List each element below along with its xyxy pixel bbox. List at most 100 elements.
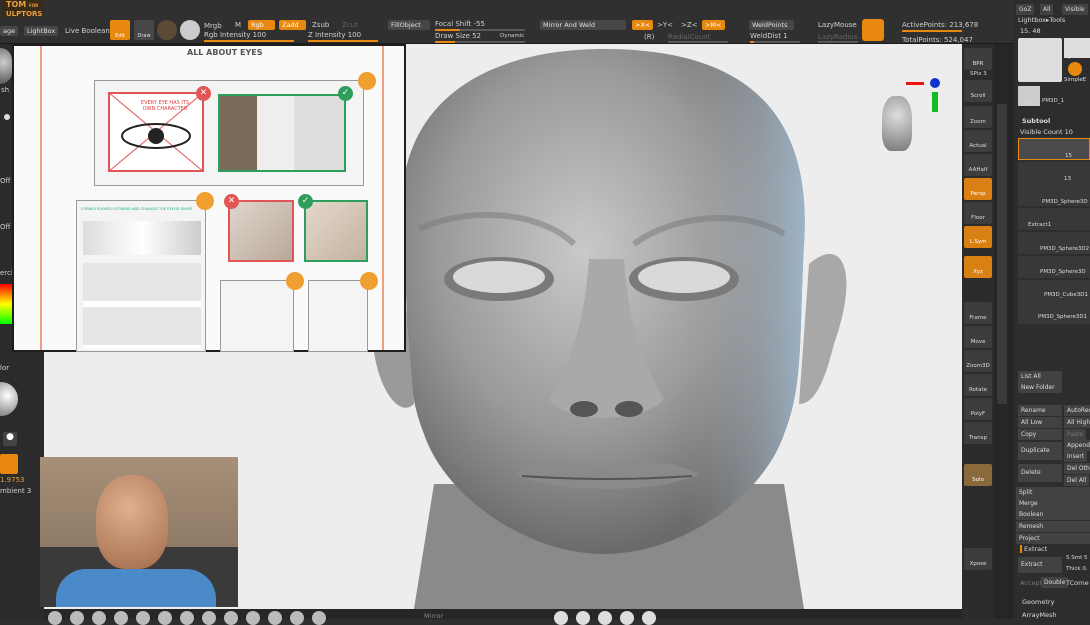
lazy-mouse-button[interactable]: LazyMouse	[818, 21, 857, 29]
brush-icon[interactable]	[598, 611, 612, 625]
light-bulb-icon[interactable]: ●	[3, 432, 17, 446]
mrgb-button[interactable]: Mrgb	[204, 22, 222, 30]
visible-count-slider[interactable]: Visible Count 10	[1020, 128, 1073, 136]
list-all-button[interactable]: List All	[1018, 371, 1062, 382]
duplicate-button[interactable]: Duplicate	[1018, 442, 1062, 460]
brush-icon[interactable]	[180, 611, 194, 625]
delete-button[interactable]: Delete	[1018, 464, 1062, 482]
color-picker-swatch[interactable]	[0, 284, 12, 324]
stroke-dots-icon[interactable]	[4, 114, 10, 120]
merge-button[interactable]: Merge	[1016, 498, 1090, 509]
spix-slider[interactable]: SPix 3	[970, 71, 987, 77]
brush-icon[interactable]	[48, 611, 62, 625]
rgb-button[interactable]: Rgb	[248, 20, 275, 30]
del-other-button[interactable]: Del Oth	[1064, 463, 1090, 474]
subtool-item[interactable]: PM3D_Sphere3D	[1018, 184, 1090, 206]
brush-sphere-icon[interactable]	[0, 48, 12, 84]
rotate-button[interactable]: Rotate	[964, 374, 992, 396]
y-axis-button[interactable]: >Y<	[657, 21, 673, 29]
double-button[interactable]: Double	[1041, 577, 1069, 588]
zsub-button[interactable]: Zsub	[312, 21, 329, 29]
radial-count-slider[interactable]: RadialCount	[668, 33, 710, 41]
brush-icon[interactable]	[576, 611, 590, 625]
aahalf-button[interactable]: AAHalf	[964, 154, 992, 176]
subtool-item[interactable]: 15	[1018, 138, 1090, 160]
draw-size-track[interactable]	[435, 41, 525, 43]
project-button[interactable]: Project	[1016, 533, 1090, 544]
brush-icon[interactable]	[312, 611, 326, 625]
move-button[interactable]: Move	[964, 326, 992, 348]
lazy-radius-slider[interactable]: LazyRadius	[818, 33, 857, 41]
brush-icon[interactable]	[268, 611, 282, 625]
scroll-button[interactable]: Scroll	[964, 80, 992, 102]
thick-slider[interactable]: Thick 0.	[1066, 566, 1088, 572]
extract-header[interactable]: Extract	[1020, 545, 1047, 553]
dynamic-toggle[interactable]: Dynamic	[500, 33, 524, 39]
weld-points-button[interactable]: WeldPoints	[749, 20, 794, 30]
frame-button[interactable]: Frame	[964, 302, 992, 324]
brush-icon[interactable]	[224, 611, 238, 625]
draw-button[interactable]: Draw	[134, 20, 154, 40]
remesh-button[interactable]: Remesh	[1016, 521, 1090, 532]
lightbox-button[interactable]: LightBox	[24, 26, 59, 36]
insert-button[interactable]: Insert	[1064, 451, 1088, 462]
persp-button[interactable]: Persp	[964, 178, 992, 200]
brush-icon[interactable]	[70, 611, 84, 625]
polyf-button[interactable]: PolyF	[964, 398, 992, 420]
z-intensity-track[interactable]	[308, 40, 378, 42]
z-intensity-slider[interactable]: Z Intensity 100	[308, 31, 361, 39]
split-button[interactable]: Split	[1016, 487, 1090, 498]
move-mode-icon[interactable]	[157, 20, 177, 40]
scale-mode-icon[interactable]	[180, 20, 200, 40]
subtool-item[interactable]: PM3D_Sphere3D1	[1018, 302, 1090, 324]
ambient-slider[interactable]: mbient 3	[0, 487, 31, 495]
light-bulb-icon-active[interactable]	[0, 454, 18, 474]
tab-age[interactable]: age	[0, 26, 19, 36]
m-axis-button[interactable]: >M<	[702, 20, 725, 30]
subtool-item[interactable]: PM3D_Sphere3D2	[1018, 232, 1090, 254]
new-folder-button[interactable]: New Folder	[1018, 382, 1062, 393]
reference-image-panel[interactable]: ALL ABOUT EYES EVERY EYE HAS ITS OWN CHA…	[12, 44, 406, 352]
head-navigator-icon[interactable]	[882, 96, 912, 151]
draw-size-slider[interactable]: Draw Size 52	[435, 32, 481, 40]
lightbox-tools-link[interactable]: Lightbox▸Tools	[1018, 16, 1065, 24]
all-button[interactable]: All	[1040, 4, 1054, 15]
brush-icon[interactable]	[136, 611, 150, 625]
subtool-header[interactable]: Subtool	[1022, 117, 1050, 125]
del-all-button[interactable]: Del All	[1064, 475, 1090, 486]
brush-icon[interactable]	[554, 611, 568, 625]
lazy-radius-track[interactable]	[818, 41, 858, 43]
panel-scrollbar[interactable]	[994, 44, 1014, 619]
brush-icon[interactable]	[642, 611, 656, 625]
weld-dist-slider[interactable]: WeldDist 1	[750, 32, 788, 40]
material-sphere-icon[interactable]	[0, 382, 18, 416]
lazy-mouse-icon[interactable]	[862, 19, 884, 41]
xyz-button[interactable]: Xyz	[964, 256, 992, 278]
simple-brush-icon[interactable]	[1068, 62, 1082, 76]
copy-button[interactable]: Copy	[1018, 429, 1062, 440]
subtool-item[interactable]: PM3D_Sphere3D	[1018, 256, 1090, 278]
s-smt-slider[interactable]: S Smt 5	[1066, 555, 1088, 561]
tcorner-button[interactable]: TCorne	[1066, 579, 1089, 587]
mirror-and-weld-button[interactable]: Mirror And Weld	[540, 20, 626, 30]
focal-shift-track[interactable]	[435, 29, 525, 31]
brush-icon[interactable]	[114, 611, 128, 625]
fill-object-button[interactable]: FillObject	[388, 20, 430, 30]
paste-button[interactable]: Paste	[1064, 429, 1087, 440]
arraymesh-header[interactable]: ArrayMesh	[1022, 611, 1057, 619]
radial-count-track[interactable]	[668, 41, 728, 43]
subtool-item[interactable]: 13	[1018, 162, 1090, 184]
z-axis-button[interactable]: >Z<	[681, 21, 698, 29]
floor-button[interactable]: Floor	[964, 202, 992, 224]
goz-button[interactable]: GoZ	[1016, 4, 1035, 15]
zadd-button[interactable]: Zadd	[279, 20, 306, 30]
scrollbar-thumb[interactable]	[997, 104, 1007, 404]
live-boolean-button[interactable]: Live Boolean	[65, 27, 110, 35]
visible-button[interactable]: Visible	[1062, 4, 1088, 15]
zoom3d-button[interactable]: Zoom3D	[964, 350, 992, 372]
x-axis-button[interactable]: >X<	[632, 20, 654, 30]
subtool-item[interactable]: Extract1	[1018, 208, 1090, 230]
brush-icon[interactable]	[290, 611, 304, 625]
transp-button[interactable]: Transp	[964, 422, 992, 444]
focal-shift-slider[interactable]: Focal Shift -55	[435, 20, 485, 28]
